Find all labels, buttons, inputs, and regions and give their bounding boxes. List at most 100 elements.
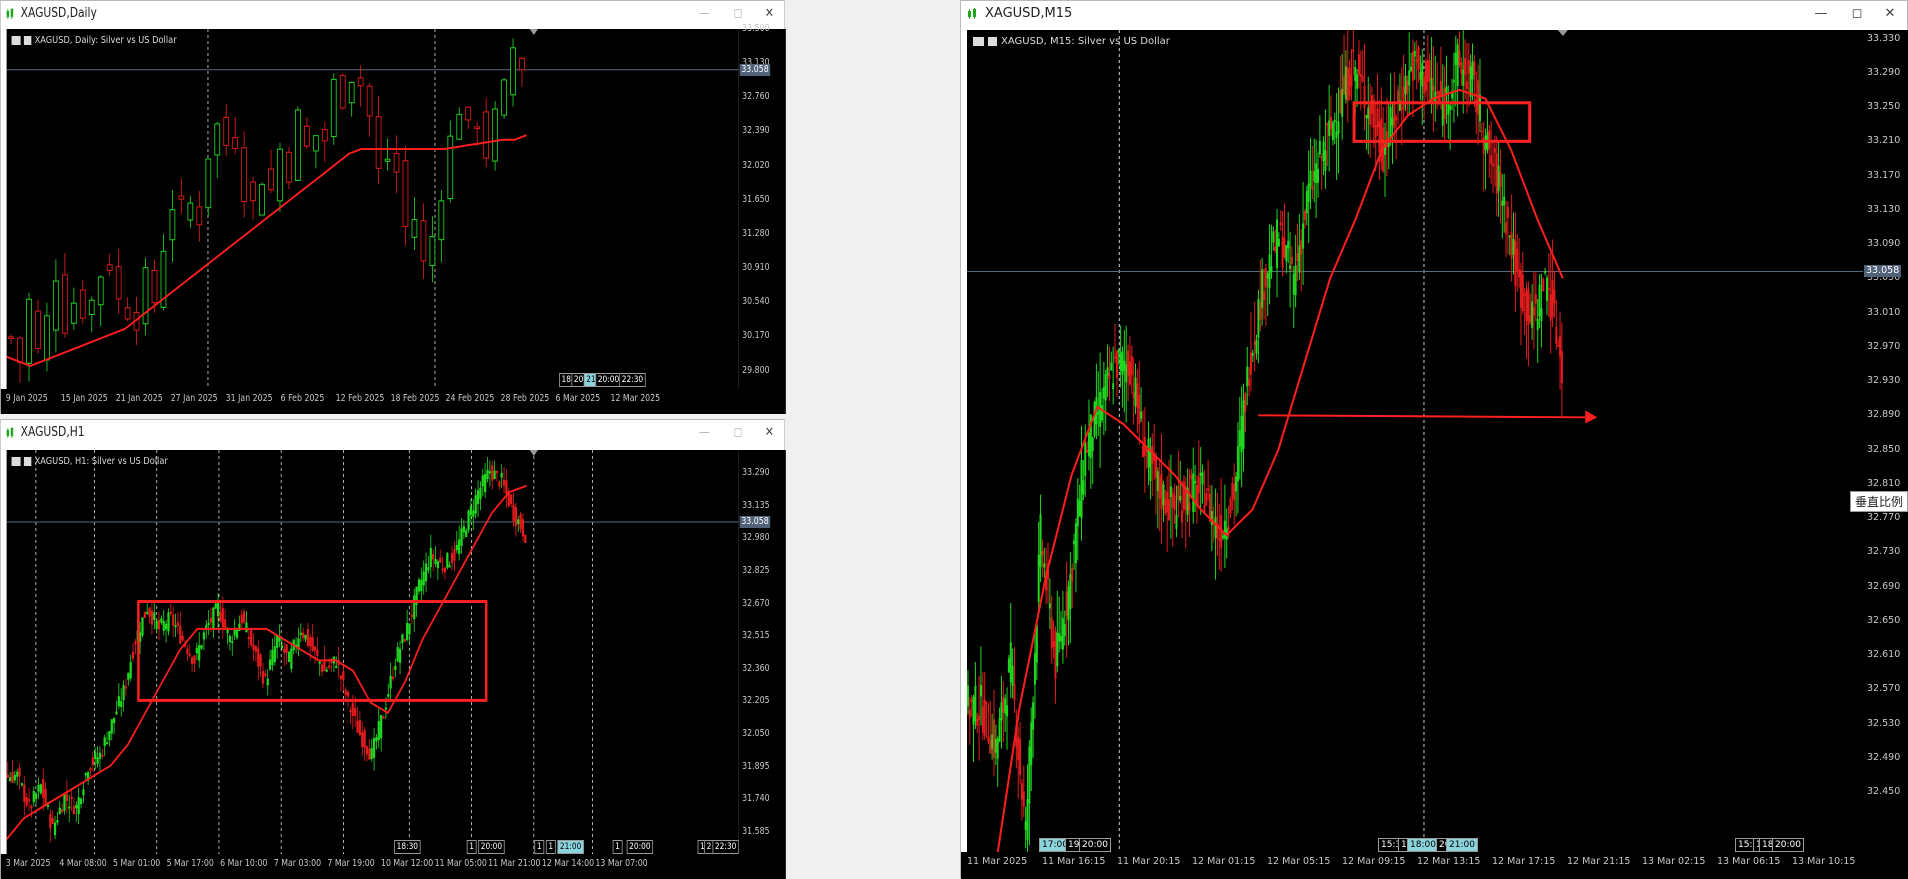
time-marker-tag: 21:00: [557, 840, 584, 854]
candle-body: [987, 736, 990, 742]
close-icon[interactable]: ✕: [760, 5, 778, 23]
candle-body: [1119, 352, 1122, 372]
m15-plot-area[interactable]: XAGUSD, M15: Silver vs US Dollar 17:00 19…: [967, 30, 1863, 852]
candle-body: [1316, 168, 1319, 183]
y-tick-label: 29.800: [742, 364, 770, 376]
h1-y-axis: 33.290 33.135 32.980 32.825 32.670 32.515 32.3…: [738, 450, 786, 854]
candle-body: [375, 116, 382, 169]
candle-body: [79, 289, 86, 319]
shift-marker-icon: [529, 29, 538, 35]
candle-body: [1456, 44, 1459, 87]
time-marker-tag: 20:00: [1772, 838, 1804, 852]
candle-body: [1065, 591, 1068, 616]
candle-body: [61, 274, 68, 334]
candle-body: [474, 126, 481, 130]
candle-body: [996, 738, 999, 759]
close-icon[interactable]: ✕: [760, 424, 778, 442]
y-tick-label: 32.670: [742, 597, 770, 609]
current-price-tag: 33.058: [739, 515, 771, 528]
h1-x-axis: 3 Mar 2025 4 Mar 08:00 5 Mar 01:00 5 Mar 17…: [0, 854, 786, 879]
candle-body: [387, 694, 390, 697]
candle-body: [178, 195, 185, 200]
x-tick-label: 12 Mar 13:15: [1417, 856, 1481, 867]
y-tick-label: 33.290: [1867, 66, 1901, 78]
target-arrow-line: [1258, 414, 1586, 419]
candle-body: [1559, 335, 1562, 357]
candle-body: [1207, 488, 1210, 491]
minimize-icon[interactable]: —: [695, 5, 713, 23]
candle-body: [1305, 191, 1308, 214]
candle-body: [1041, 550, 1044, 556]
candle-body: [1281, 236, 1284, 268]
candle-body: [169, 209, 176, 241]
candle-body: [108, 731, 111, 741]
candle-body: [167, 612, 170, 632]
candle-body: [1458, 50, 1461, 66]
candle-body: [1413, 50, 1416, 57]
h1-titlebar[interactable]: XAGUSD,H1 — ◻ ✕: [0, 420, 785, 446]
candle-body: [129, 661, 132, 679]
candle-body: [1393, 103, 1396, 128]
candle-body: [209, 617, 213, 623]
candle-body: [150, 610, 154, 625]
candle-body: [271, 649, 274, 666]
candle-body: [335, 666, 338, 669]
candle-body: [1255, 339, 1258, 354]
candle-body: [1078, 500, 1081, 517]
daily-titlebar[interactable]: XAGUSD,Daily — ◻ ✕: [0, 1, 785, 27]
candle-body: [411, 219, 418, 238]
candle-body: [976, 718, 979, 726]
m15-titlebar[interactable]: XAGUSD,M15 — ◻ ✕: [961, 1, 1907, 27]
candle-body: [351, 702, 354, 716]
candle-body: [1246, 366, 1249, 387]
candle-body: [89, 768, 92, 771]
candle-body: [1369, 104, 1372, 125]
candle-body: [1274, 246, 1277, 251]
candle-body: [1009, 642, 1012, 682]
candle-body: [465, 106, 472, 121]
minimize-icon[interactable]: —: [1810, 5, 1832, 23]
candle-body: [97, 276, 104, 306]
candle-body: [1002, 697, 1005, 713]
y-tick-label: 30.910: [742, 262, 770, 274]
daily-plot-area[interactable]: XAGUSD, Daily: Silver vs US Dollar 18: 20…: [6, 29, 739, 389]
candle-body: [169, 611, 172, 614]
close-icon[interactable]: ✕: [1879, 5, 1901, 23]
candle-body: [1542, 279, 1545, 292]
candle-body: [122, 685, 125, 701]
candle-body: [1060, 636, 1063, 642]
candle-body: [493, 470, 496, 480]
h1-plot-area[interactable]: XAGUSD, H1: Silver vs US Dollar 18:30 1 20…: [6, 450, 739, 854]
candle-body: [1389, 107, 1392, 138]
candle-body: [1125, 364, 1128, 383]
candle-body: [44, 788, 47, 805]
candle-body: [306, 629, 310, 646]
candle-body: [120, 701, 123, 708]
candle-body: [495, 470, 499, 473]
restore-icon[interactable]: ◻: [729, 5, 747, 23]
candle-body: [1272, 231, 1275, 243]
candle-body: [1218, 538, 1221, 541]
candle-body: [424, 563, 428, 582]
maximize-icon[interactable]: ◻: [1846, 5, 1868, 23]
candle-body: [1037, 554, 1040, 602]
candle-body: [1082, 480, 1085, 495]
candle-body: [1210, 510, 1213, 526]
candle-body: [377, 721, 380, 740]
candle-body: [268, 659, 272, 670]
minimize-icon[interactable]: —: [695, 424, 713, 442]
x-tick-label: 28 Feb 2025: [500, 393, 550, 404]
m15-y-axis: 33.330 33.290 33.250 33.210 33.170 33.130 33.0…: [1863, 30, 1908, 852]
candle-body: [410, 614, 413, 617]
candle-body: [1546, 277, 1549, 301]
candle-body: [1158, 476, 1161, 499]
candle-body: [396, 647, 399, 662]
candle-body: [1322, 141, 1325, 161]
candle-body: [1538, 284, 1541, 317]
restore-icon[interactable]: ◻: [729, 424, 747, 442]
candle-body: [420, 220, 427, 262]
candle-body: [1136, 383, 1139, 409]
candle-body: [1536, 318, 1539, 330]
candle-body: [254, 646, 258, 652]
candle-body: [1356, 74, 1359, 89]
